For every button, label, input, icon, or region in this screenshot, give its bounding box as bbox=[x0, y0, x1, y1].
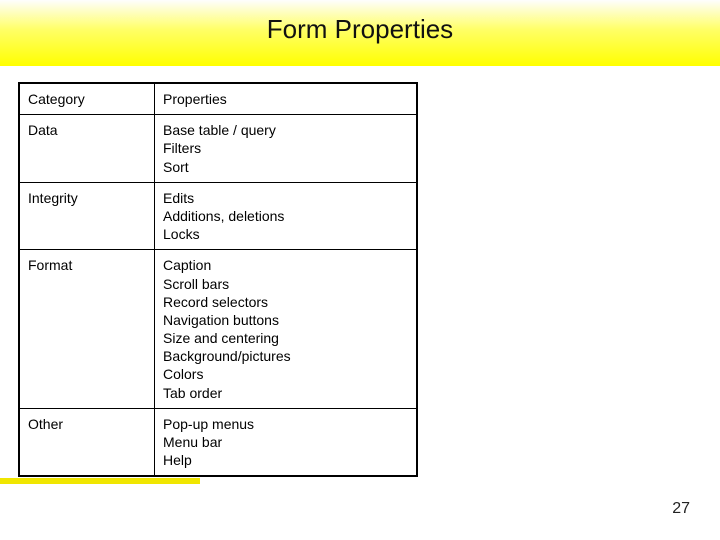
cell-category: Integrity bbox=[19, 182, 155, 250]
table-row: Other Pop-up menusMenu barHelp bbox=[19, 408, 417, 476]
table-row: Data Base table / queryFiltersSort bbox=[19, 115, 417, 183]
cell-properties: EditsAdditions, deletionsLocks bbox=[155, 182, 418, 250]
page-number: 27 bbox=[672, 500, 690, 518]
cell-category: Data bbox=[19, 115, 155, 183]
table-row: Format CaptionScroll barsRecord selector… bbox=[19, 250, 417, 409]
cell-properties: CaptionScroll barsRecord selectorsNaviga… bbox=[155, 250, 418, 409]
header-properties: Properties bbox=[155, 83, 418, 115]
header-category: Category bbox=[19, 83, 155, 115]
slide-title: Form Properties bbox=[0, 14, 720, 45]
cell-category: Other bbox=[19, 408, 155, 476]
cell-category: Format bbox=[19, 250, 155, 409]
cell-properties: Base table / queryFiltersSort bbox=[155, 115, 418, 183]
properties-table-wrap: Category Properties Data Base table / qu… bbox=[18, 82, 418, 477]
slide: Form Properties Category Properties Data… bbox=[0, 0, 720, 540]
cell-properties: Pop-up menusMenu barHelp bbox=[155, 408, 418, 476]
properties-table: Category Properties Data Base table / qu… bbox=[18, 82, 418, 477]
table-header-row: Category Properties bbox=[19, 83, 417, 115]
accent-bar bbox=[0, 478, 200, 484]
table-row: Integrity EditsAdditions, deletionsLocks bbox=[19, 182, 417, 250]
